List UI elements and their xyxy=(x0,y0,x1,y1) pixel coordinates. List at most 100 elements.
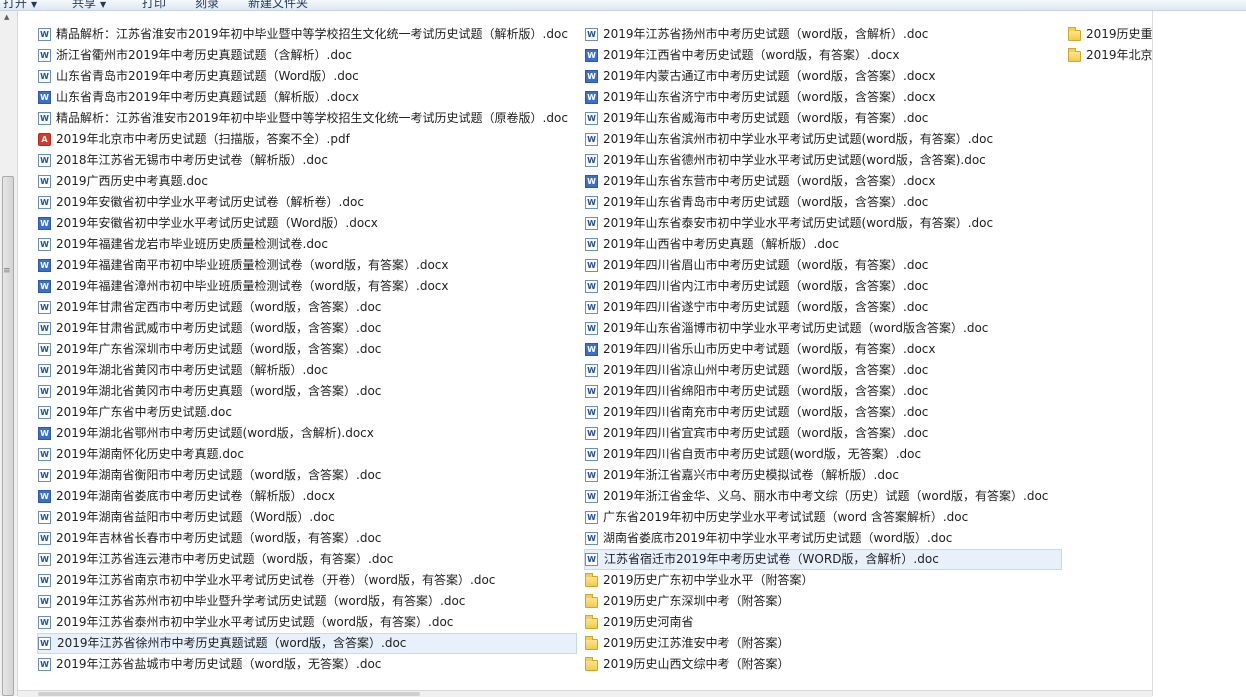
file-name: 2019历史河南省 xyxy=(603,615,694,629)
file-name: 2019历史广东初中学业水平（附答案） xyxy=(603,573,814,587)
file-item[interactable]: 2019年山东省德州市初中学业水平考试历史试题(word版，含答案).doc xyxy=(584,150,1062,171)
word-document-icon xyxy=(38,175,51,188)
word-document-icon xyxy=(38,91,51,104)
folder-item[interactable]: 2019历史广东深圳中考（附答案） xyxy=(584,591,1062,612)
file-name: 2019年山东省滨州市初中学业水平考试历史试题(word版，有答案）.doc xyxy=(603,132,994,146)
file-item[interactable]: 2019年甘肃省武威市中考历史试题（word版，含答案）.doc xyxy=(37,318,577,339)
file-item[interactable]: 2019年江苏省徐州市中考历史真题试题（word版，含答案）.doc xyxy=(37,633,577,654)
word-document-icon xyxy=(38,49,51,62)
file-item[interactable]: 2019年湖南省衡阳市中考历史试题（word版，含答案）.doc xyxy=(37,465,577,486)
file-item[interactable]: 2019年江苏省盐城市中考历史试题（word版，无答案）.doc xyxy=(37,654,577,675)
folder-item[interactable]: 2019历史山西文综中考（附答案） xyxy=(584,654,1062,675)
word-document-icon xyxy=(38,322,51,335)
file-item[interactable]: 2019年江西省中考历史试题（word版，有答案）.docx xyxy=(584,45,1062,66)
file-item[interactable]: 2019年四川省凉山州中考历史试题（word版，含答案）.doc xyxy=(584,360,1062,381)
file-item[interactable]: 2019年山东省威海市中考历史试题（word版，有答案）.doc xyxy=(584,108,1062,129)
folder-item[interactable]: 2019历史江苏淮安中考（附答案） xyxy=(584,633,1062,654)
file-item[interactable]: 2019年浙江省嘉兴市中考历史模拟试卷（解析版）.doc xyxy=(584,465,1062,486)
word-document-icon xyxy=(585,175,598,188)
file-item[interactable]: 2019年湖北省黄冈市中考历史真题（word版，含答案）.doc xyxy=(37,381,577,402)
file-item[interactable]: 广东省2019年初中历史学业水平考试试题（word 含答案解析）.doc xyxy=(584,507,1062,528)
file-item[interactable]: 2019年江苏省泰州市初中学业水平考试历史试题（word版，有答案）.doc xyxy=(37,612,577,633)
word-document-icon xyxy=(38,658,51,671)
file-item[interactable]: 浙江省衢州市2019年中考历史真题试题（含解析）.doc xyxy=(37,45,577,66)
file-item[interactable]: 2019年湖南省娄底市中考历史试卷（解析版）.docx xyxy=(37,486,577,507)
word-document-icon xyxy=(585,301,598,314)
folder-item[interactable]: 2019历史广东初中学业水平（附答案） xyxy=(584,570,1062,591)
file-item[interactable]: 精品解析：江苏省淮安市2019年初中毕业暨中等学校招生文化统一考试历史试题（解析… xyxy=(37,24,577,45)
file-name: 2019年四川省自贡市中考历史试题(word版，无答案）.doc xyxy=(603,447,922,461)
file-item[interactable]: 2019年山东省东营市中考历史试题（word版，含答案）.docx xyxy=(584,171,1062,192)
file-item[interactable]: 山东省青岛市2019年中考历史真题试题（解析版）.docx xyxy=(37,87,577,108)
burn-button[interactable]: 刻录 xyxy=(195,0,219,10)
share-menu-button[interactable]: 共享 ▼ xyxy=(72,0,106,10)
file-item[interactable]: 2019年四川省宜宾市中考历史试题（word版，含答案）.doc xyxy=(584,423,1062,444)
file-item[interactable]: 2019年湖南省益阳市中考历史试题（Word版）.doc xyxy=(37,507,577,528)
file-item[interactable]: 2019年山东省淄博市初中学业水平考试历史试题（word版含答案）.doc xyxy=(584,318,1062,339)
file-item[interactable]: 2019年内蒙古通辽市中考历史试题（word版，含答案）.docx xyxy=(584,66,1062,87)
folder-icon xyxy=(585,636,598,650)
file-name: 精品解析：江苏省淮安市2019年初中毕业暨中等学校招生文化统一考试历史试题（解析… xyxy=(56,27,568,41)
file-item[interactable]: 2019年湖南怀化历史中考真题.doc xyxy=(37,444,577,465)
navigation-pane-scrollbar[interactable]: ▲ ≡ xyxy=(0,11,18,696)
scrollbar-thumb[interactable] xyxy=(2,176,14,696)
file-item[interactable]: 2019年山西省中考历史真题（解析版）.doc xyxy=(584,234,1062,255)
file-item[interactable]: 2019年福建省龙岩市毕业班历史质量检测试卷.doc xyxy=(37,234,577,255)
file-item[interactable]: 2019年江苏省扬州市中考历史试题（word版，含解析）.doc xyxy=(584,24,1062,45)
horizontal-scrollbar-thumb[interactable] xyxy=(38,692,420,696)
new-folder-button[interactable]: 新建文件夹 xyxy=(248,0,308,10)
file-item[interactable]: 江苏省宿迁市2019年中考历史试卷（WORD版，含解析）.doc xyxy=(584,549,1062,570)
file-item[interactable]: 2019年山东省青岛市中考历史试题（word版，含答案）.doc xyxy=(584,192,1062,213)
print-button[interactable]: 打印 xyxy=(142,0,166,10)
file-item[interactable]: 2019年北京市中考历史试题（扫描版，答案不全）.pdf xyxy=(37,129,577,150)
word-document-icon xyxy=(38,553,51,566)
file-name: 2019年江苏省南京市初中学业水平考试历史试卷（开卷）（word版，有答案）.d… xyxy=(56,573,496,587)
file-name: 2019年江苏省连云港市中考历史试题（word版，有答案）.doc xyxy=(56,552,394,566)
folder-item[interactable]: 2019历史重庆 xyxy=(1067,24,1152,45)
file-item[interactable]: 2018年江苏省无锡市中考历史试卷（解析版）.doc xyxy=(37,150,577,171)
file-item[interactable]: 2019年四川省南充市中考历史试题（word版，含答案）.doc xyxy=(584,402,1062,423)
file-item[interactable]: 2019年福建省漳州市初中毕业班质量检测试卷（word版，有答案）.docx xyxy=(37,276,577,297)
file-item[interactable]: 山东省青岛市2019年中考历史真题试题（Word版）.doc xyxy=(37,66,577,87)
file-item[interactable]: 2019年江苏省南京市初中学业水平考试历史试卷（开卷）（word版，有答案）.d… xyxy=(37,570,577,591)
file-item[interactable]: 2019年四川省遂宁市中考历史试题（word版，含答案）.doc xyxy=(584,297,1062,318)
file-item[interactable]: 2019年四川省自贡市中考历史试题(word版，无答案）.doc xyxy=(584,444,1062,465)
word-document-icon xyxy=(585,259,598,272)
file-name: 2019年山东省淄博市初中学业水平考试历史试题（word版含答案）.doc xyxy=(603,321,989,335)
file-column-1: 精品解析：江苏省淮安市2019年初中毕业暨中等学校招生文化统一考试历史试题（解析… xyxy=(37,24,577,675)
file-name: 2019年四川省遂宁市中考历史试题（word版，含答案）.doc xyxy=(603,300,929,314)
file-item[interactable]: 2019年山东省滨州市初中学业水平考试历史试题(word版，有答案）.doc xyxy=(584,129,1062,150)
file-item[interactable]: 2019年四川省眉山市中考历史试题（word版，有答案）.doc xyxy=(584,255,1062,276)
folder-item[interactable]: 2019历史河南省 xyxy=(584,612,1062,633)
file-item[interactable]: 2019年四川省内江市中考历史试题（word版，含答案）.doc xyxy=(584,276,1062,297)
file-item[interactable]: 2019年广东省深圳市中考历史试题（word版，含答案）.doc xyxy=(37,339,577,360)
file-item[interactable]: 2019年江苏省连云港市中考历史试题（word版，有答案）.doc xyxy=(37,549,577,570)
folder-icon xyxy=(585,615,598,629)
file-item[interactable]: 2019年山东省泰安市初中学业水平考试历史试题(word版，有答案）.doc xyxy=(584,213,1062,234)
open-menu-button[interactable]: 打开 ▼ xyxy=(3,0,37,10)
file-item[interactable]: 2019年湖北省黄冈市中考历史试题（解析版）.doc xyxy=(37,360,577,381)
word-document-icon xyxy=(38,301,51,314)
file-item[interactable]: 2019年广东省中考历史试题.doc xyxy=(37,402,577,423)
file-item[interactable]: 2019年浙江省金华、义乌、丽水市中考文综（历史）试题（word版，有答案）.d… xyxy=(584,486,1062,507)
file-item[interactable]: 2019年江苏省苏州市初中毕业暨升学考试历史试题（word版，有答案）.doc xyxy=(37,591,577,612)
file-item[interactable]: 2019年吉林省长春市中考历史试题（word版，有答案）.doc xyxy=(37,528,577,549)
file-item[interactable]: 2019年湖北省鄂州市中考历史试题(word版，含解析).docx xyxy=(37,423,577,444)
file-item[interactable]: 2019年福建省南平市初中毕业班质量检测试卷（word版，有答案）.docx xyxy=(37,255,577,276)
word-document-icon xyxy=(585,70,598,83)
file-item[interactable]: 2019年甘肃省定西市中考历史试题（word版，含答案）.doc xyxy=(37,297,577,318)
file-name: 2019年福建省南平市初中毕业班质量检测试卷（word版，有答案）.docx xyxy=(56,258,449,272)
folder-item[interactable]: 2019年北京中 xyxy=(1067,45,1152,66)
folder-icon xyxy=(585,657,598,671)
scroll-up-arrow-icon[interactable]: ▲ xyxy=(4,13,9,21)
file-name: 2019年山东省泰安市初中学业水平考试历史试题(word版，有答案）.doc xyxy=(603,216,994,230)
file-item[interactable]: 2019年安徽省初中学业水平考试历史试题（Word版）.docx xyxy=(37,213,577,234)
file-item[interactable]: 2019广西历史中考真题.doc xyxy=(37,171,577,192)
file-item[interactable]: 湖南省娄底市2019年初中学业水平考试历史试题（word版）.doc xyxy=(584,528,1062,549)
file-name: 2019年福建省漳州市初中毕业班质量检测试卷（word版，有答案）.docx xyxy=(56,279,449,293)
file-item[interactable]: 2019年山东省济宁市中考历史试题（word版，含答案）.docx xyxy=(584,87,1062,108)
file-item[interactable]: 2019年四川省绵阳市中考历史试题（word版，含答案）.doc xyxy=(584,381,1062,402)
file-item[interactable]: 精品解析：江苏省淮安市2019年初中毕业暨中等学校招生文化统一考试历史试题（原卷… xyxy=(37,108,577,129)
file-item[interactable]: 2019年安徽省初中学业水平考试历史试卷（解析卷）.doc xyxy=(37,192,577,213)
file-item[interactable]: 2019年四川省乐山市历史中考试题（word版，有答案）.docx xyxy=(584,339,1062,360)
